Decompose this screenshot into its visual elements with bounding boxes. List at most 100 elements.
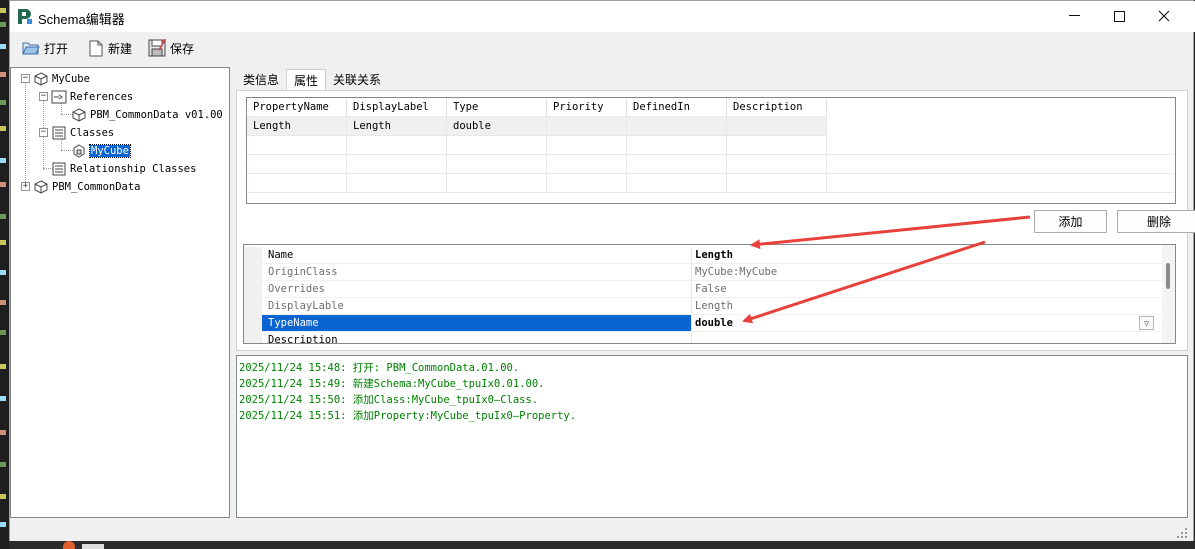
property-name: Description	[262, 332, 692, 343]
tree-node-pbm-commondata[interactable]: PBM_CommonData	[33, 178, 141, 195]
column-header[interactable]: DisplayLabel	[347, 98, 447, 117]
collapse-toggle[interactable]: −	[39, 128, 48, 137]
document-icon	[52, 162, 66, 175]
cube-icon	[34, 179, 48, 194]
tree-node-label: Relationship Classes	[70, 162, 197, 175]
table-cell	[627, 117, 727, 136]
table-row-empty	[247, 136, 1174, 155]
status-bar	[10, 521, 1193, 541]
tab-properties[interactable]: 属性	[286, 69, 327, 90]
log-line: 2025/11/24 15:51: 添加Property:MyCube_tpuI…	[239, 410, 577, 422]
property-name: Overrides	[262, 281, 692, 298]
document-icon	[52, 126, 66, 139]
column-header[interactable]: Description	[727, 98, 827, 117]
collapse-toggle[interactable]: −	[39, 92, 48, 101]
log-line: 2025/11/24 15:49: 新建Schema:MyCube_tpuIx0…	[239, 378, 545, 390]
column-header[interactable]: Type	[447, 98, 547, 117]
tree-node-class-mycube[interactable]: MyCube	[71, 142, 131, 159]
tree-node-label: MyCube	[52, 72, 90, 85]
save-label: 保存	[170, 41, 195, 56]
table-header-row: PropertyName DisplayLabel Type Priority …	[247, 98, 827, 117]
table-row[interactable]: Length Length double	[247, 117, 827, 136]
property-row-overrides[interactable]: Overrides False	[244, 281, 1164, 298]
cube-icon	[34, 71, 48, 86]
tree-node-label: PBM_CommonData v01.00	[90, 108, 223, 121]
log-panel[interactable]: 2025/11/24 15:48: 打开: PBM_CommonData.01.…	[236, 355, 1188, 518]
property-row-name[interactable]: Name Length	[244, 247, 1164, 264]
maximize-icon	[1113, 10, 1125, 22]
cube-icon	[72, 107, 86, 122]
properties-tab-panel: PropertyName DisplayLabel Type Priority …	[236, 90, 1195, 351]
vertical-scrollbar[interactable]	[1162, 245, 1175, 343]
tree-node-label-selected: MyCube	[89, 143, 131, 158]
add-button[interactable]: 添加	[1034, 210, 1107, 233]
column-header[interactable]: PropertyName	[247, 98, 347, 117]
class-icon	[73, 143, 85, 158]
collapse-toggle[interactable]: −	[21, 74, 30, 83]
open-button[interactable]: 打开	[22, 37, 68, 59]
property-value: False	[692, 281, 1162, 298]
tree-node-reference-item[interactable]: PBM_CommonData v01.00	[71, 106, 223, 123]
property-row-description[interactable]: Description	[244, 332, 1164, 343]
app-logo-icon	[16, 8, 33, 25]
tree-node-references[interactable]: References	[51, 88, 133, 105]
property-row-displaylable[interactable]: DisplayLable Length	[244, 298, 1164, 315]
close-icon	[1158, 10, 1170, 22]
tab-class-info[interactable]: 类信息	[236, 69, 286, 90]
close-button[interactable]	[1142, 1, 1186, 31]
schema-tree[interactable]: − MyCube − References PBM_CommonData v01…	[10, 67, 230, 518]
table-cell: Length	[347, 117, 447, 136]
tree-node-label: PBM_CommonData	[52, 180, 141, 193]
table-row-empty	[247, 155, 1174, 174]
tree-line	[25, 82, 26, 188]
tab-strip: 类信息 属性 关联关系	[236, 69, 388, 90]
expand-toggle[interactable]: +	[21, 182, 30, 191]
tree-node-relationship-classes[interactable]: Relationship Classes	[51, 160, 196, 177]
title-bar: Schema编辑器	[10, 1, 1195, 32]
property-name: Name	[262, 247, 692, 264]
scrollbar-thumb[interactable]	[1166, 263, 1170, 289]
tree-node-label: Classes	[70, 126, 115, 139]
new-file-icon	[89, 40, 103, 56]
open-label: 打开	[44, 41, 69, 56]
column-header[interactable]: DefinedIn	[627, 98, 727, 117]
property-value[interactable]: Length	[692, 247, 1162, 264]
background-taskbar-fragment	[63, 541, 104, 549]
tree-node-classes[interactable]: Classes	[51, 124, 114, 141]
table-cell	[727, 117, 827, 136]
typename-dropdown[interactable]: double ▽	[692, 315, 1162, 332]
toolbar: 打开 新建 保存	[10, 32, 1193, 64]
property-value: MyCube:MyCube	[692, 264, 1162, 281]
new-label: 新建	[108, 41, 133, 56]
minimize-button[interactable]	[1052, 1, 1096, 31]
tab-relationships[interactable]: 关联关系	[326, 69, 388, 90]
window-title: Schema编辑器	[38, 12, 125, 27]
maximize-button[interactable]	[1097, 1, 1141, 31]
tree-node-mycube-root[interactable]: MyCube	[33, 70, 90, 87]
log-line: 2025/11/24 15:50: 添加Class:MyCube_tpuIx0—…	[239, 394, 539, 406]
minimize-icon	[1068, 15, 1080, 16]
property-row-typename[interactable]: TypeName double ▽	[244, 315, 1164, 332]
log-line: 2025/11/24 15:48: 打开: PBM_CommonData.01.…	[239, 362, 520, 374]
column-header[interactable]: Priority	[547, 98, 627, 117]
property-value[interactable]	[692, 332, 1162, 343]
table-cell	[547, 117, 627, 136]
property-value: double	[695, 317, 733, 329]
save-icon	[148, 39, 166, 57]
property-row-originclass[interactable]: OriginClass MyCube:MyCube	[244, 264, 1164, 281]
property-value: Length	[692, 298, 1162, 315]
chevron-down-icon[interactable]: ▽	[1139, 316, 1154, 330]
property-editor-grid[interactable]: Name Length OriginClass MyCube:MyCube Ov…	[243, 244, 1176, 344]
resize-grip-icon[interactable]	[1177, 528, 1187, 538]
delete-button[interactable]: 删除	[1117, 210, 1195, 233]
table-cell: double	[447, 117, 547, 136]
references-icon	[51, 90, 67, 103]
new-button[interactable]: 新建	[88, 37, 132, 59]
property-name: TypeName	[262, 315, 692, 332]
property-table[interactable]: PropertyName DisplayLabel Type Priority …	[246, 97, 1176, 204]
background-app-strip	[0, 0, 9, 549]
save-button[interactable]: 保存	[148, 37, 194, 59]
folder-open-icon	[22, 42, 40, 55]
tree-node-label: References	[70, 90, 134, 103]
table-row-empty	[247, 174, 1174, 193]
